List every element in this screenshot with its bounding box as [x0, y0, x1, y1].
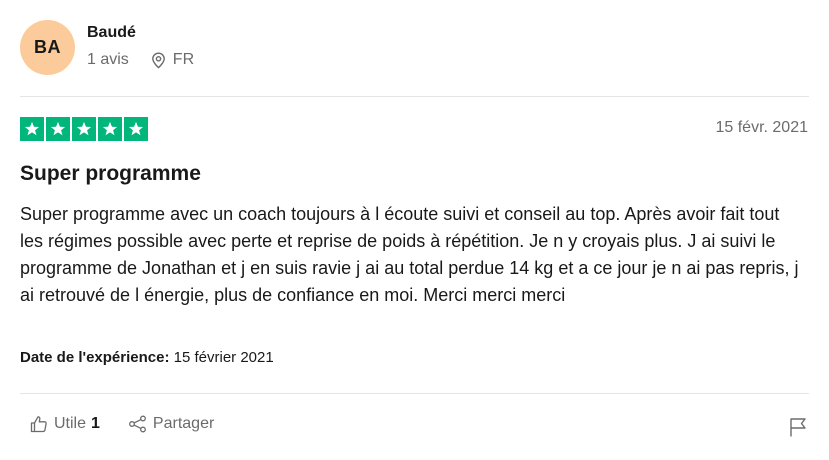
- map-pin-icon: [151, 51, 165, 69]
- reviewer-name[interactable]: Baudé: [87, 24, 136, 42]
- share-icon: [128, 415, 146, 433]
- review-actions: Utile 1 Partager: [30, 415, 214, 433]
- header-divider: [20, 96, 809, 97]
- review-date: 15 févr. 2021: [715, 119, 808, 136]
- star-icon: [98, 117, 122, 141]
- share-label: Partager: [152, 415, 215, 432]
- review-body: Super programme avec un coach toujours à…: [20, 204, 799, 305]
- star-rating: [20, 117, 148, 141]
- flag-icon: [790, 418, 806, 437]
- star-icon: [20, 117, 44, 141]
- experience-date: Date de l'expérience: 15 février 2021: [20, 349, 274, 366]
- thumbs-up-icon: [30, 416, 47, 433]
- country-code: FR: [172, 51, 195, 68]
- footer-divider: [20, 393, 809, 394]
- reviews-count: 1 avis: [87, 51, 129, 68]
- experience-value: 15 février 2021: [173, 349, 274, 366]
- report-button[interactable]: [789, 417, 807, 442]
- avatar[interactable]: BA: [20, 20, 75, 75]
- useful-label: Utile: [54, 415, 87, 432]
- useful-button[interactable]: Utile 1: [30, 415, 100, 433]
- star-icon: [72, 117, 96, 141]
- reviewer-meta: 1 avis FR: [87, 51, 194, 69]
- star-icon: [124, 117, 148, 141]
- avatar-initials: BA: [34, 37, 61, 57]
- share-button[interactable]: Partager: [128, 415, 214, 433]
- review-title[interactable]: Super programme: [20, 162, 201, 186]
- useful-count: 1: [91, 415, 100, 432]
- experience-label: Date de l'expérience:: [20, 349, 170, 366]
- star-icon: [46, 117, 70, 141]
- reviewer-location: FR: [151, 51, 194, 69]
